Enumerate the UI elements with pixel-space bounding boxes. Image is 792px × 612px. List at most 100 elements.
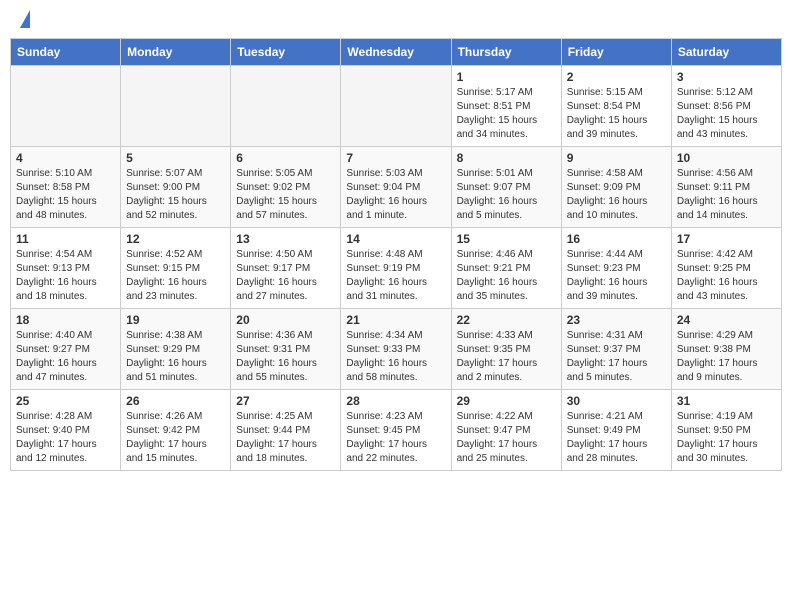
day-info: Sunrise: 4:31 AM Sunset: 9:37 PM Dayligh… <box>567 329 666 385</box>
calendar-cell <box>231 66 341 147</box>
day-number: 19 <box>126 313 225 327</box>
calendar-cell: 12 Sunrise: 4:52 AM Sunset: 9:15 PM Dayli… <box>121 228 231 309</box>
day-number: 21 <box>346 313 445 327</box>
calendar-cell: 4 Sunrise: 5:10 AM Sunset: 8:58 PM Daylig… <box>11 147 121 228</box>
calendar-cell: 15Sunrise: 4:46 AM Sunset: 9:21 PM Dayli… <box>451 228 561 309</box>
day-number: 14 <box>346 232 445 246</box>
day-info: Sunrise: 4:40 AM Sunset: 9:27 PM Dayligh… <box>16 329 115 385</box>
day-info: Sunrise: 4:25 AM Sunset: 9:44 PM Dayligh… <box>236 410 335 466</box>
day-info: Sunrise: 4:21 AM Sunset: 9:49 PM Dayligh… <box>567 410 666 466</box>
calendar-week-row: 18 Sunrise: 4:40 AM Sunset: 9:27 PM Dayli… <box>11 309 782 390</box>
calendar-cell <box>121 66 231 147</box>
calendar-cell: 20 Sunrise: 4:36 AM Sunset: 9:31 PM Dayli… <box>231 309 341 390</box>
day-number: 5 <box>126 151 225 165</box>
day-info: Sunrise: 5:10 AM Sunset: 8:58 PM Dayligh… <box>16 167 115 223</box>
day-number: 1 <box>457 70 556 84</box>
day-info: Sunrise: 4:46 AM Sunset: 9:21 PM Dayligh… <box>457 248 556 304</box>
calendar-cell: 1 Sunrise: 5:17 AM Sunset: 8:51 PM Daylig… <box>451 66 561 147</box>
day-info: Sunrise: 5:01 AM Sunset: 9:07 PM Dayligh… <box>457 167 556 223</box>
calendar-cell: 30 Sunrise: 4:21 AM Sunset: 9:49 PM Dayli… <box>561 390 671 471</box>
day-number: 17 <box>677 232 776 246</box>
day-info: Sunrise: 5:12 AM Sunset: 8:56 PM Dayligh… <box>677 86 776 142</box>
day-info: Sunrise: 4:36 AM Sunset: 9:31 PM Dayligh… <box>236 329 335 385</box>
weekday-header-row: SundayMondayTuesdayWednesdayThursdayFrid… <box>11 39 782 66</box>
calendar-cell: 24Sunrise: 4:29 AM Sunset: 9:38 PM Dayli… <box>671 309 781 390</box>
calendar-cell: 11Sunrise: 4:54 AM Sunset: 9:13 PM Dayli… <box>11 228 121 309</box>
calendar-cell: 18 Sunrise: 4:40 AM Sunset: 9:27 PM Dayli… <box>11 309 121 390</box>
calendar-week-row: 1 Sunrise: 5:17 AM Sunset: 8:51 PM Daylig… <box>11 66 782 147</box>
calendar-cell: 21 Sunrise: 4:34 AM Sunset: 9:33 PM Dayli… <box>341 309 451 390</box>
calendar-cell: 22Sunrise: 4:33 AM Sunset: 9:35 PM Dayli… <box>451 309 561 390</box>
calendar-cell: 17 Sunrise: 4:42 AM Sunset: 9:25 PM Dayli… <box>671 228 781 309</box>
day-info: Sunrise: 4:23 AM Sunset: 9:45 PM Dayligh… <box>346 410 445 466</box>
calendar-cell: 9 Sunrise: 4:58 AM Sunset: 9:09 PM Daylig… <box>561 147 671 228</box>
weekday-header-friday: Friday <box>561 39 671 66</box>
logo <box>18 14 30 28</box>
page-header <box>10 10 782 32</box>
day-number: 30 <box>567 394 666 408</box>
calendar-cell: 31Sunrise: 4:19 AM Sunset: 9:50 PM Dayli… <box>671 390 781 471</box>
day-number: 23 <box>567 313 666 327</box>
day-number: 16 <box>567 232 666 246</box>
day-number: 26 <box>126 394 225 408</box>
day-number: 25 <box>16 394 115 408</box>
day-number: 7 <box>346 151 445 165</box>
day-info: Sunrise: 5:15 AM Sunset: 8:54 PM Dayligh… <box>567 86 666 142</box>
day-info: Sunrise: 4:58 AM Sunset: 9:09 PM Dayligh… <box>567 167 666 223</box>
weekday-header-tuesday: Tuesday <box>231 39 341 66</box>
calendar-week-row: 11Sunrise: 4:54 AM Sunset: 9:13 PM Dayli… <box>11 228 782 309</box>
day-info: Sunrise: 4:44 AM Sunset: 9:23 PM Dayligh… <box>567 248 666 304</box>
logo-triangle-icon <box>20 10 30 28</box>
day-number: 11 <box>16 232 115 246</box>
calendar-cell: 27Sunrise: 4:25 AM Sunset: 9:44 PM Dayli… <box>231 390 341 471</box>
day-number: 18 <box>16 313 115 327</box>
calendar-cell: 25 Sunrise: 4:28 AM Sunset: 9:40 PM Dayli… <box>11 390 121 471</box>
calendar-cell: 10 Sunrise: 4:56 AM Sunset: 9:11 PM Dayli… <box>671 147 781 228</box>
day-number: 29 <box>457 394 556 408</box>
calendar-cell: 23 Sunrise: 4:31 AM Sunset: 9:37 PM Dayli… <box>561 309 671 390</box>
calendar-cell: 5 Sunrise: 5:07 AM Sunset: 9:00 PM Daylig… <box>121 147 231 228</box>
day-info: Sunrise: 4:29 AM Sunset: 9:38 PM Dayligh… <box>677 329 776 385</box>
calendar-cell: 3 Sunrise: 5:12 AM Sunset: 8:56 PM Daylig… <box>671 66 781 147</box>
calendar-cell: 6 Sunrise: 5:05 AM Sunset: 9:02 PM Daylig… <box>231 147 341 228</box>
calendar-cell <box>11 66 121 147</box>
calendar-table: SundayMondayTuesdayWednesdayThursdayFrid… <box>10 38 782 471</box>
day-info: Sunrise: 5:07 AM Sunset: 9:00 PM Dayligh… <box>126 167 225 223</box>
weekday-header-wednesday: Wednesday <box>341 39 451 66</box>
calendar-cell: 26 Sunrise: 4:26 AM Sunset: 9:42 PM Dayli… <box>121 390 231 471</box>
calendar-cell: 19 Sunrise: 4:38 AM Sunset: 9:29 PM Dayli… <box>121 309 231 390</box>
day-info: Sunrise: 4:50 AM Sunset: 9:17 PM Dayligh… <box>236 248 335 304</box>
day-number: 4 <box>16 151 115 165</box>
day-number: 6 <box>236 151 335 165</box>
day-number: 8 <box>457 151 556 165</box>
calendar-cell: 28Sunrise: 4:23 AM Sunset: 9:45 PM Dayli… <box>341 390 451 471</box>
day-info: Sunrise: 5:17 AM Sunset: 8:51 PM Dayligh… <box>457 86 556 142</box>
day-number: 20 <box>236 313 335 327</box>
calendar-cell: 13 Sunrise: 4:50 AM Sunset: 9:17 PM Dayli… <box>231 228 341 309</box>
day-number: 2 <box>567 70 666 84</box>
day-info: Sunrise: 5:03 AM Sunset: 9:04 PM Dayligh… <box>346 167 445 223</box>
day-number: 12 <box>126 232 225 246</box>
day-number: 9 <box>567 151 666 165</box>
day-info: Sunrise: 4:34 AM Sunset: 9:33 PM Dayligh… <box>346 329 445 385</box>
day-number: 10 <box>677 151 776 165</box>
weekday-header-thursday: Thursday <box>451 39 561 66</box>
day-info: Sunrise: 4:22 AM Sunset: 9:47 PM Dayligh… <box>457 410 556 466</box>
calendar-cell <box>341 66 451 147</box>
day-number: 3 <box>677 70 776 84</box>
day-number: 13 <box>236 232 335 246</box>
day-info: Sunrise: 5:05 AM Sunset: 9:02 PM Dayligh… <box>236 167 335 223</box>
calendar-week-row: 25 Sunrise: 4:28 AM Sunset: 9:40 PM Dayli… <box>11 390 782 471</box>
calendar-cell: 7 Sunrise: 5:03 AM Sunset: 9:04 PM Daylig… <box>341 147 451 228</box>
calendar-cell: 8 Sunrise: 5:01 AM Sunset: 9:07 PM Daylig… <box>451 147 561 228</box>
day-info: Sunrise: 4:26 AM Sunset: 9:42 PM Dayligh… <box>126 410 225 466</box>
day-info: Sunrise: 4:52 AM Sunset: 9:15 PM Dayligh… <box>126 248 225 304</box>
day-info: Sunrise: 4:28 AM Sunset: 9:40 PM Dayligh… <box>16 410 115 466</box>
day-info: Sunrise: 4:42 AM Sunset: 9:25 PM Dayligh… <box>677 248 776 304</box>
weekday-header-monday: Monday <box>121 39 231 66</box>
calendar-cell: 14Sunrise: 4:48 AM Sunset: 9:19 PM Dayli… <box>341 228 451 309</box>
weekday-header-saturday: Saturday <box>671 39 781 66</box>
day-info: Sunrise: 4:56 AM Sunset: 9:11 PM Dayligh… <box>677 167 776 223</box>
day-info: Sunrise: 4:38 AM Sunset: 9:29 PM Dayligh… <box>126 329 225 385</box>
day-info: Sunrise: 4:19 AM Sunset: 9:50 PM Dayligh… <box>677 410 776 466</box>
